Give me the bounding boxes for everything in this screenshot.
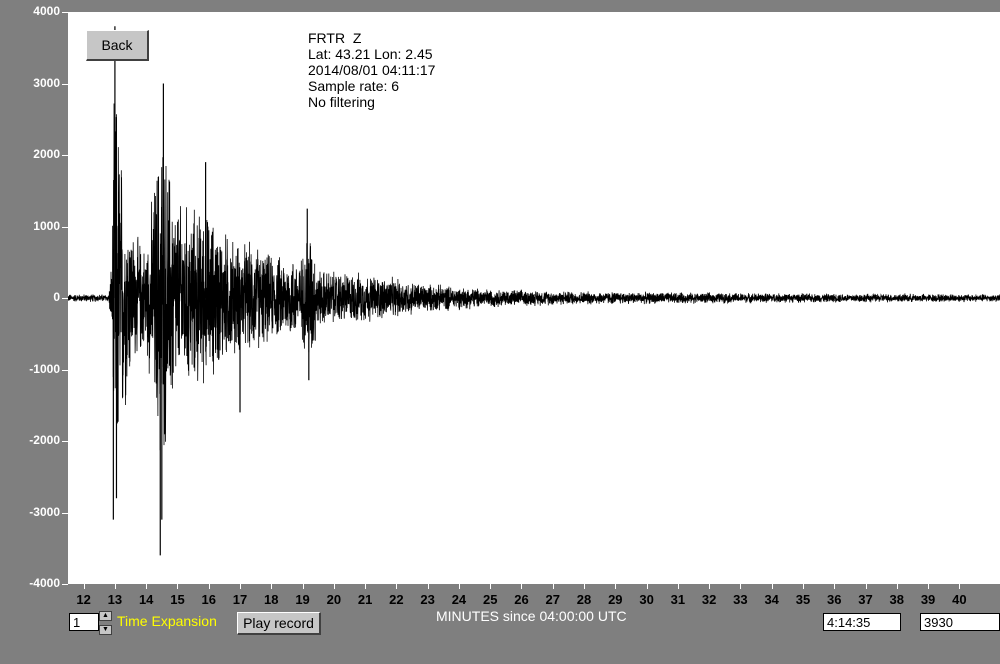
x-tick-mark — [333, 584, 335, 589]
x-tick-mark — [83, 584, 85, 589]
x-tick-label: 35 — [795, 592, 811, 607]
x-tick-mark — [521, 584, 523, 589]
x-tick-mark — [771, 584, 773, 589]
filter-status: No filtering — [308, 94, 375, 110]
x-tick-label: 36 — [827, 592, 842, 607]
time-expansion-input[interactable]: 1 — [69, 613, 99, 631]
x-tick-label: 39 — [920, 592, 936, 607]
x-tick-label: 29 — [608, 592, 623, 607]
x-tick-label: 33 — [733, 592, 748, 607]
x-tick-label: 31 — [670, 592, 686, 607]
x-tick-mark — [365, 584, 367, 589]
x-tick-mark — [928, 584, 930, 589]
station-location: Lat: 43.21 Lon: 2.45 — [308, 46, 433, 62]
station-info: FRTR Z Lat: 43.21 Lon: 2.45 2014/08/01 0… — [308, 30, 435, 110]
x-tick-mark — [208, 584, 210, 589]
y-tick-mark — [62, 155, 68, 156]
y-tick-label: -4000 — [29, 576, 60, 590]
x-tick-label: 37 — [858, 592, 873, 607]
x-tick-label: 13 — [107, 592, 123, 607]
x-tick-mark — [709, 584, 711, 589]
x-tick-mark — [177, 584, 179, 589]
y-tick-label: 0 — [53, 290, 60, 304]
y-tick-mark — [62, 226, 68, 228]
x-tick-label: 30 — [639, 592, 654, 607]
x-tick-mark — [896, 584, 898, 589]
x-tick-label: 17 — [232, 592, 248, 607]
y-tick-label: 1000 — [33, 218, 60, 233]
x-tick-label: 32 — [701, 592, 717, 607]
y-tick-mark — [62, 512, 68, 514]
y-tick-label: -3000 — [29, 504, 60, 519]
y-tick-mark — [62, 83, 68, 85]
x-tick-label: 28 — [576, 592, 592, 607]
x-axis-title: MINUTES since 04:00:00 UTC — [436, 608, 627, 624]
x-tick-mark — [834, 584, 836, 589]
x-tick-label: 21 — [357, 592, 373, 607]
play-record-button[interactable]: Play record — [237, 612, 321, 635]
x-tick-label: 34 — [764, 592, 779, 607]
y-tick-label: -2000 — [29, 433, 60, 447]
seismic-trace-line — [68, 103, 1000, 451]
x-tick-mark — [552, 584, 554, 589]
x-tick-label: 22 — [389, 592, 404, 607]
x-tick-label: 18 — [264, 592, 279, 607]
x-tick-mark — [427, 584, 429, 589]
y-tick-label: 3000 — [33, 75, 60, 90]
x-tick-label: 24 — [451, 592, 467, 607]
x-tick-label: 23 — [420, 592, 435, 607]
back-button[interactable]: Back — [86, 30, 149, 61]
y-tick-mark — [62, 441, 68, 442]
time-expansion-label: Time Expansion — [117, 613, 217, 629]
x-tick-mark — [865, 584, 867, 589]
cursor-sample-field[interactable]: 3930 — [920, 613, 1000, 631]
x-tick-label: 19 — [295, 592, 310, 607]
record-datetime: 2014/08/01 04:11:17 — [308, 62, 436, 78]
spin-down-icon[interactable]: ▼ — [99, 625, 112, 635]
x-tick-label: 14 — [138, 592, 154, 607]
seismogram-trace — [68, 26, 1000, 556]
station-name: FRTR Z — [308, 30, 362, 46]
sample-rate: Sample rate: 6 — [308, 78, 400, 94]
y-tick-mark — [62, 584, 68, 585]
x-tick-mark — [740, 584, 742, 589]
x-tick-mark — [490, 584, 492, 589]
spin-up-icon[interactable]: ▲ — [99, 611, 112, 621]
y-tick-mark — [62, 298, 68, 299]
x-tick-mark — [146, 584, 148, 589]
x-tick-mark — [271, 584, 273, 589]
x-tick-mark — [240, 584, 241, 589]
x-tick-label: 20 — [326, 592, 342, 607]
x-tick-label: 12 — [76, 592, 91, 607]
x-tick-mark — [615, 584, 617, 589]
x-tick-label: 38 — [889, 592, 905, 607]
x-tick-label: 27 — [545, 592, 560, 607]
y-tick-label: 4000 — [33, 4, 60, 18]
x-tick-mark — [677, 584, 679, 589]
x-tick-label: 40 — [952, 592, 967, 607]
y-tick-label: -1000 — [29, 361, 60, 376]
x-tick-mark — [114, 584, 116, 589]
x-tick-label: 15 — [170, 592, 185, 607]
x-tick-label: 26 — [514, 592, 529, 607]
x-tick-mark — [584, 584, 586, 589]
x-tick-mark — [302, 584, 304, 589]
y-tick-mark — [62, 369, 68, 371]
x-tick-mark — [646, 584, 648, 589]
x-tick-label: 25 — [482, 592, 498, 607]
seismogram-plot[interactable] — [68, 12, 1000, 584]
x-tick-mark — [802, 584, 804, 589]
x-tick-mark — [458, 584, 460, 589]
y-tick-mark — [62, 12, 68, 13]
x-tick-label: 16 — [201, 592, 216, 607]
cursor-time-field[interactable]: 4:14:35 — [823, 613, 901, 631]
x-tick-mark — [396, 584, 398, 589]
x-tick-mark — [959, 584, 961, 589]
y-tick-label: 2000 — [33, 147, 60, 161]
